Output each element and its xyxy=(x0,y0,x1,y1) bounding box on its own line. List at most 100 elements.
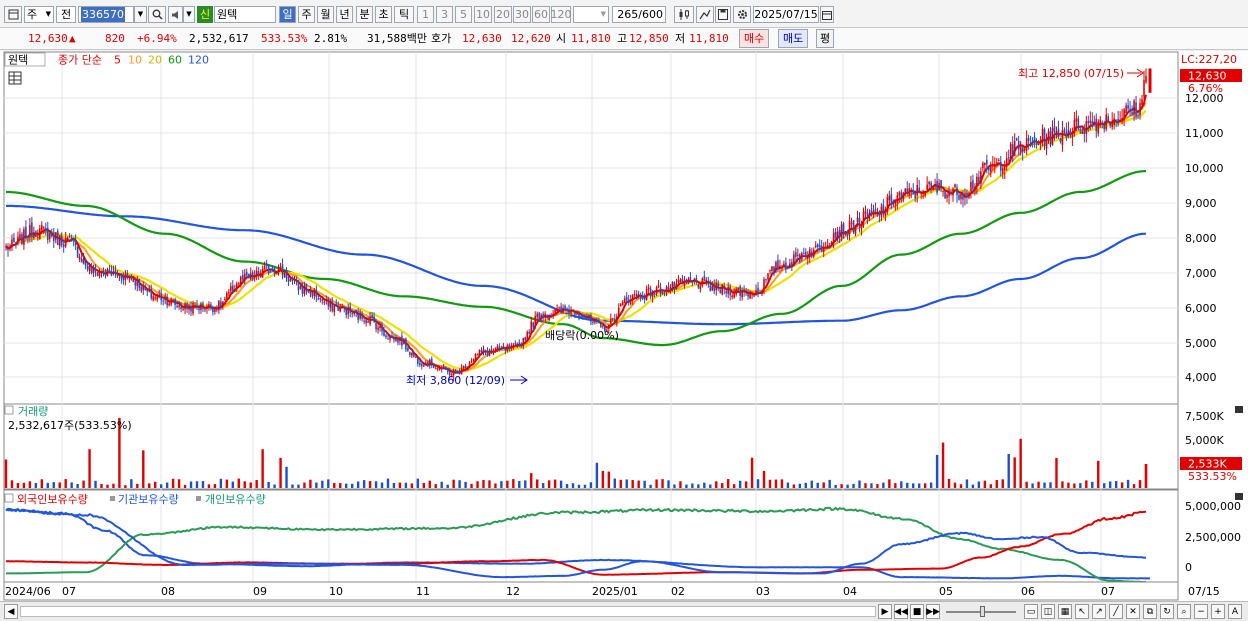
candle xyxy=(1019,143,1022,152)
candle xyxy=(596,320,598,322)
scroll-right-icon[interactable]: ▶ xyxy=(878,604,892,619)
interval-120[interactable]: 120 xyxy=(551,6,572,23)
chevron-down-icon[interactable]: ▼ xyxy=(183,6,195,23)
volume-bar xyxy=(971,484,975,488)
candle xyxy=(440,367,443,370)
count-field[interactable]: 265/600 xyxy=(612,6,666,23)
candle xyxy=(277,267,280,272)
candle xyxy=(1063,129,1066,133)
font-icon[interactable]: A xyxy=(1228,604,1242,619)
price-type-select[interactable]: 전 xyxy=(56,6,76,23)
candle xyxy=(972,180,974,190)
candle xyxy=(1061,130,1064,146)
candle-type-icon[interactable] xyxy=(674,6,694,23)
candle xyxy=(826,245,829,249)
candle xyxy=(777,260,779,271)
candle xyxy=(502,346,505,348)
split-icon[interactable]: ◫ xyxy=(1041,604,1055,619)
candle xyxy=(781,267,783,269)
panel-toggle-icon[interactable] xyxy=(4,493,14,503)
period-tick[interactable]: 틱 xyxy=(394,6,414,23)
candle xyxy=(387,338,389,340)
date-field[interactable]: 2025/07/15 xyxy=(753,6,819,23)
sell-button[interactable]: 매도 xyxy=(778,29,809,48)
candle xyxy=(1011,144,1014,155)
interval-30[interactable]: 30 xyxy=(513,6,531,23)
pin-button[interactable]: 평 xyxy=(816,29,835,48)
minus-icon[interactable]: − xyxy=(1194,604,1208,619)
stock-name-field[interactable]: 원텍 xyxy=(214,6,276,23)
refresh-icon[interactable]: ↻ xyxy=(1160,604,1174,619)
candle xyxy=(486,350,489,355)
period-week[interactable]: 주 xyxy=(298,6,315,23)
panel-close-icon[interactable] xyxy=(1235,493,1243,500)
candle xyxy=(779,265,781,269)
volume-bar xyxy=(912,483,915,488)
candle xyxy=(942,191,944,193)
volume-bar xyxy=(291,484,294,488)
period-day[interactable]: 일 xyxy=(279,6,296,23)
search-icon[interactable] xyxy=(148,6,166,23)
window-icon[interactable] xyxy=(4,6,22,23)
panel-toggle-icon[interactable] xyxy=(4,405,14,415)
period-month[interactable]: 월 xyxy=(317,6,334,23)
candle xyxy=(536,313,539,318)
gear-icon[interactable] xyxy=(733,6,751,23)
volume-bar xyxy=(171,478,175,488)
period-year[interactable]: 년 xyxy=(336,6,353,23)
clone-icon[interactable]: ⧉ xyxy=(1143,604,1157,619)
code-input[interactable]: 336570 xyxy=(78,6,134,23)
candle xyxy=(731,295,733,298)
interval-1[interactable]: 1 xyxy=(417,6,434,23)
interval-5[interactable]: 5 xyxy=(455,6,472,23)
candle xyxy=(196,305,198,308)
interval-60[interactable]: 60 xyxy=(532,6,550,23)
candle xyxy=(182,308,184,310)
stock-chart[interactable]: 원텍 종가 단순 5 10 20 60 120 LC:227,20 12,630… xyxy=(0,51,1248,601)
draw-tool-icon[interactable] xyxy=(696,6,714,23)
stop-icon[interactable]: ■ xyxy=(910,604,924,619)
candle xyxy=(1073,120,1076,132)
code-dropdown-icon[interactable]: ▼ xyxy=(134,6,147,23)
panel-close-icon[interactable] xyxy=(1235,406,1243,413)
interval-select[interactable]: ▼ xyxy=(573,6,609,23)
zoom-slider-handle[interactable] xyxy=(980,606,985,617)
cursor-icon[interactable]: ↖ xyxy=(1075,604,1089,619)
stock-name-value: 원텍 xyxy=(217,8,238,21)
volume-bar xyxy=(1097,460,1100,488)
scrollbar-track[interactable] xyxy=(20,606,876,617)
candle xyxy=(239,276,242,285)
candle xyxy=(379,325,381,329)
grid-icon[interactable]: ▦ xyxy=(1058,604,1072,619)
table-icon[interactable] xyxy=(8,71,22,85)
erase-icon[interactable]: ✕ xyxy=(1126,604,1140,619)
candle xyxy=(415,357,417,359)
line-icon[interactable]: ╱ xyxy=(1109,604,1123,619)
scroll-left-icon[interactable]: ◀ xyxy=(4,604,18,619)
candle xyxy=(84,259,87,266)
rewind-icon[interactable]: ◀◀ xyxy=(894,604,908,619)
market-select[interactable]: 주 ▼ xyxy=(24,6,54,23)
calendar-icon[interactable] xyxy=(820,6,834,23)
save-icon[interactable] xyxy=(715,6,731,23)
buy-button[interactable]: 매수 xyxy=(739,29,770,48)
candle xyxy=(333,305,336,312)
code-value: 336570 xyxy=(81,7,125,22)
speaker-icon[interactable] xyxy=(168,6,183,23)
candle xyxy=(1071,132,1074,138)
volume-bar xyxy=(446,484,449,488)
trend-icon[interactable]: ↗ xyxy=(1092,604,1106,619)
interval-10[interactable]: 10 xyxy=(474,6,492,23)
period-minute[interactable]: 분 xyxy=(356,6,373,23)
candle xyxy=(683,281,686,285)
candle xyxy=(978,176,980,182)
plus-icon[interactable]: + xyxy=(1211,604,1225,619)
interval-3[interactable]: 3 xyxy=(436,6,453,23)
layout-icon[interactable]: ▭ xyxy=(1024,604,1038,619)
interval-20[interactable]: 20 xyxy=(494,6,512,23)
period-second[interactable]: 초 xyxy=(375,6,392,23)
forward-icon[interactable]: ▶▶ xyxy=(926,604,940,619)
zoom-icon[interactable]: ⌕ xyxy=(1177,604,1191,619)
chart-area[interactable]: 원텍 종가 단순 5 10 20 60 120 LC:227,20 12,630… xyxy=(0,51,1248,601)
candle xyxy=(932,186,934,190)
